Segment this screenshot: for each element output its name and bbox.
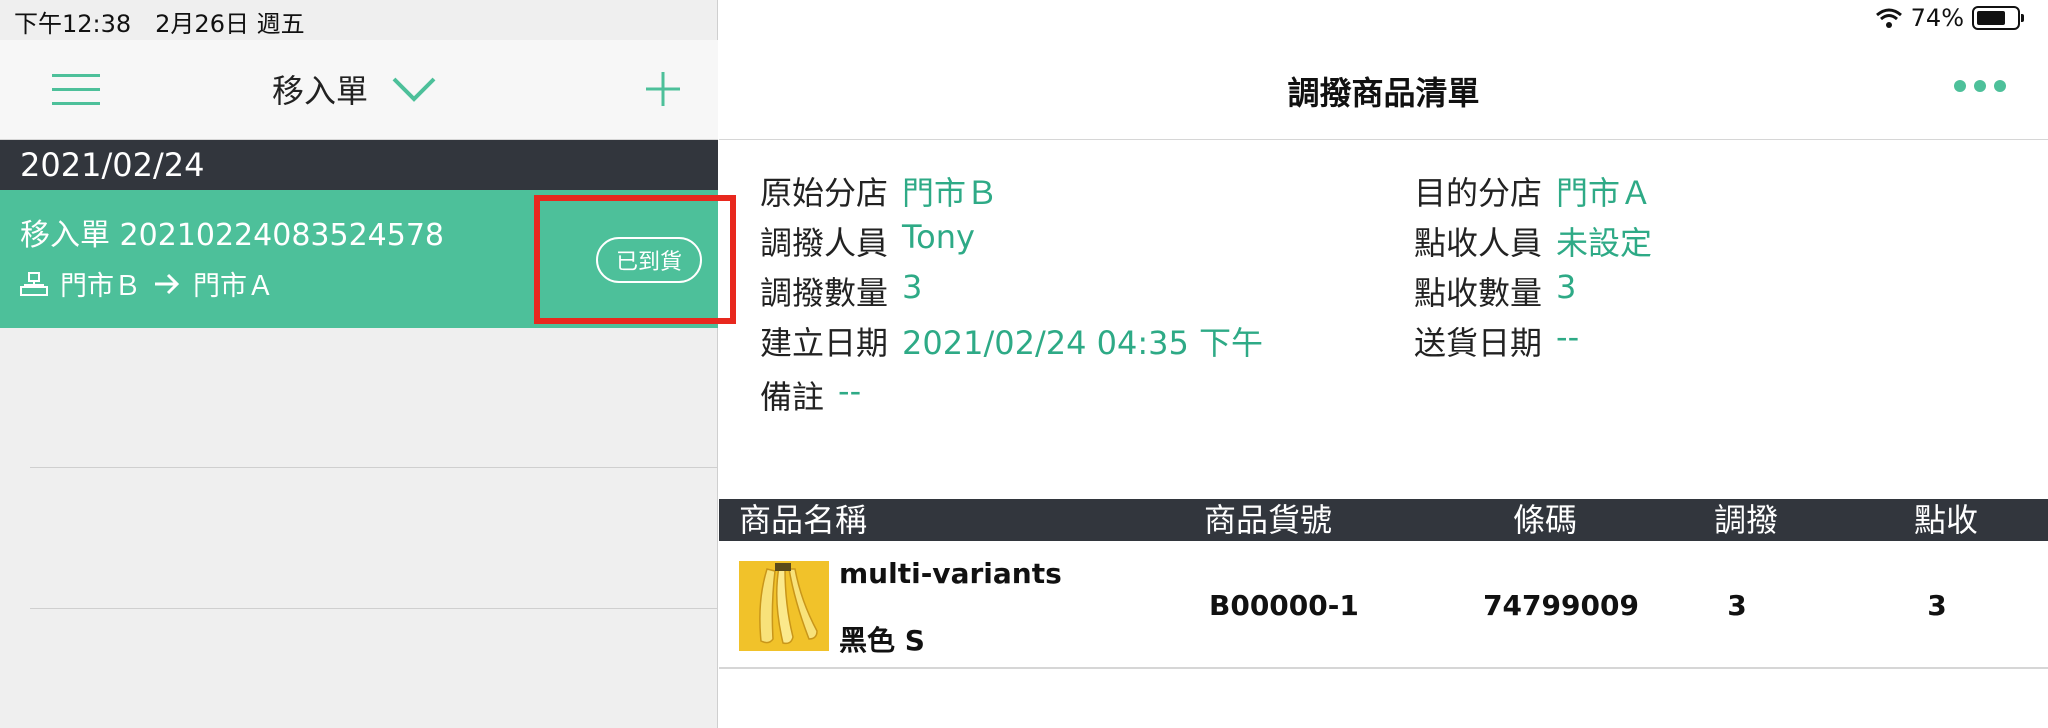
order-title: 移入單 20210224083524578	[20, 218, 445, 253]
product-barcode: 74799009	[1483, 589, 1639, 622]
plus-icon	[646, 72, 680, 106]
chevron-down-icon	[392, 77, 436, 102]
info-label: 備註	[760, 378, 825, 416]
table-row[interactable]: multi-variants 黑色 S B00000-1 74799009 3 …	[719, 541, 2048, 669]
menu-button[interactable]	[50, 70, 102, 110]
info-label: 調撥人員	[760, 224, 889, 262]
info-value: 未設定	[1556, 224, 1653, 262]
from-store: 門市Ｂ	[60, 271, 141, 302]
to-store: 門市Ａ	[193, 271, 274, 302]
info-label: 點收人員	[1414, 224, 1543, 262]
info-value: 門市Ａ	[1556, 174, 1653, 212]
info-transfer-staff: 調撥人員 Tony	[760, 218, 975, 264]
more-dots-icon	[1954, 80, 1966, 92]
received-qty: 3	[1927, 589, 1947, 622]
order-type-label: 移入單	[272, 72, 369, 110]
order-list-pane: 移入單 2021/02/24 移入單 20210224083524578 門市Ｂ	[0, 0, 736, 728]
left-nav-bar: 移入單	[0, 40, 718, 140]
info-receive-staff: 點收人員 未設定	[1414, 218, 1652, 264]
battery-icon	[1972, 6, 2024, 30]
status-bar: 下午12:38 2月26日 週五 74%	[0, 0, 2048, 40]
date-section-header: 2021/02/24	[0, 140, 718, 190]
page-title: 調撥商品清單	[1287, 74, 1480, 112]
more-options-button[interactable]	[1954, 80, 2006, 92]
info-value: --	[838, 372, 862, 410]
column-header-barcode: 條碼	[1513, 501, 1578, 539]
wifi-icon	[1875, 8, 1902, 28]
product-sku: B00000-1	[1209, 589, 1359, 622]
product-variant: 黑色 S	[839, 624, 925, 657]
info-value: 3	[902, 268, 923, 306]
column-header-transfer: 調撥	[1714, 501, 1779, 539]
info-created-date: 建立日期 2021/02/24 04:35 下午	[760, 318, 1263, 364]
info-delivery-date: 送貨日期 --	[1414, 318, 1579, 364]
info-value: 3	[1556, 268, 1577, 306]
battery-level	[1977, 11, 2006, 25]
order-route: 門市Ｂ 門市Ａ	[20, 264, 274, 303]
column-header-sku: 商品貨號	[1204, 501, 1333, 539]
battery-percentage: 74%	[1910, 4, 1964, 32]
column-header-received: 點收	[1914, 501, 1979, 539]
list-divider	[30, 467, 718, 468]
detail-nav-bar: 調撥商品清單	[719, 40, 2048, 140]
product-thumbnail	[739, 561, 829, 651]
column-header-name: 商品名稱	[739, 501, 868, 539]
info-label: 建立日期	[760, 324, 889, 362]
product-name: multi-variants	[839, 557, 1062, 590]
info-source-store: 原始分店 門市Ｂ	[760, 168, 998, 214]
status-time-date: 下午12:38 2月26日 週五	[14, 10, 305, 38]
status-indicators: 74%	[1875, 4, 2024, 32]
info-value: 2021/02/24 04:35 下午	[902, 324, 1264, 362]
info-note: 備註 --	[760, 372, 861, 418]
list-divider	[30, 608, 718, 609]
info-receive-qty: 點收數量 3	[1414, 268, 1576, 314]
info-value: Tony	[902, 218, 975, 256]
hamburger-menu-icon	[52, 74, 100, 105]
info-transfer-qty: 調撥數量 3	[760, 268, 922, 314]
info-value: 門市Ｂ	[902, 174, 999, 212]
info-label: 送貨日期	[1414, 324, 1543, 362]
arrow-right-icon	[155, 273, 180, 294]
order-type-selector[interactable]: 移入單	[272, 66, 438, 112]
highlight-annotation-box	[534, 195, 736, 324]
info-label: 點收數量	[1414, 274, 1543, 312]
add-order-button[interactable]	[642, 68, 684, 110]
banana-image	[739, 561, 829, 651]
info-value: --	[1556, 318, 1580, 356]
product-table-header: 商品名稱 商品貨號 條碼 調撥 點收	[719, 499, 2048, 541]
info-dest-store: 目的分店 門市Ａ	[1414, 168, 1652, 214]
store-transfer-icon	[20, 271, 48, 296]
info-label: 原始分店	[760, 174, 889, 212]
transfer-qty: 3	[1727, 589, 1747, 622]
info-label: 目的分店	[1414, 174, 1543, 212]
info-label: 調撥數量	[760, 274, 889, 312]
